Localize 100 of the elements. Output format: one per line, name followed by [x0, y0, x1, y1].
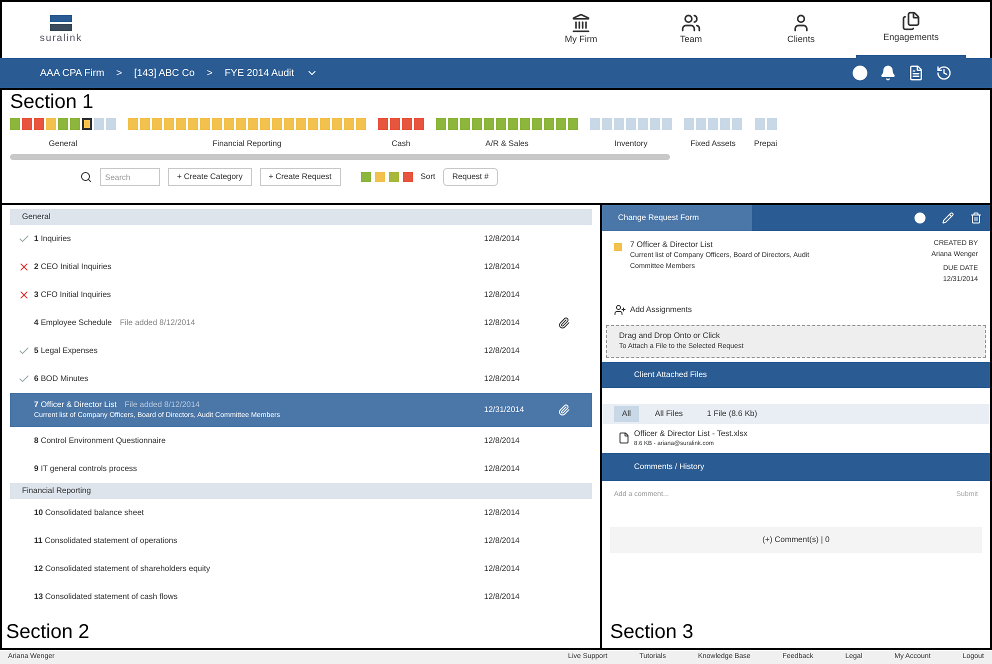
request-row[interactable]: 4 Employee Schedule File added 8/12/2014 12/8/2014 — [10, 309, 592, 337]
toolbar-button[interactable]: + Create Category — [168, 168, 252, 186]
nav-tab[interactable]: My Firm — [526, 1, 636, 59]
progress-cell[interactable] — [544, 118, 554, 130]
progress-cell[interactable] — [472, 118, 482, 130]
request-row[interactable]: 5 Legal Expenses 12/8/2014 — [10, 337, 592, 365]
progress-cell[interactable] — [662, 118, 672, 130]
request-row[interactable]: 1 Inquiries 12/8/2014 — [10, 225, 592, 253]
progress-cell[interactable] — [378, 118, 388, 130]
breadcrumb-link[interactable]: AAA CPA Firm — [40, 66, 104, 80]
progress-cell[interactable] — [94, 118, 104, 130]
filter-swatch[interactable] — [402, 172, 413, 182]
progress-cell[interactable] — [128, 118, 138, 130]
progress-cell[interactable] — [284, 118, 294, 130]
progress-cell[interactable] — [556, 118, 566, 130]
file-tab[interactable]: All — [614, 406, 639, 422]
document-icon[interactable] — [908, 65, 924, 81]
progress-cell[interactable] — [650, 118, 660, 130]
history-icon[interactable] — [936, 65, 952, 81]
progress-cell[interactable] — [754, 118, 765, 130]
progress-cell[interactable] — [34, 118, 44, 130]
progress-cell[interactable] — [590, 118, 600, 130]
file-tab[interactable]: All Files — [646, 406, 691, 422]
progress-cell[interactable] — [188, 118, 198, 130]
progress-cell[interactable] — [602, 118, 612, 130]
filter-swatch[interactable] — [388, 172, 399, 182]
progress-cell[interactable] — [200, 118, 210, 130]
progress-cell[interactable] — [414, 118, 424, 130]
progress-cell[interactable] — [82, 118, 92, 130]
progress-cell[interactable] — [272, 118, 282, 130]
progress-cell[interactable] — [248, 118, 258, 130]
progress-cell[interactable] — [308, 118, 318, 130]
progress-cell[interactable] — [212, 118, 222, 130]
progress-cell[interactable] — [568, 118, 578, 130]
progress-cell[interactable] — [332, 118, 342, 130]
progress-cell[interactable] — [614, 118, 624, 130]
panel-tab[interactable]: Change Request Form — [602, 205, 752, 231]
progress-cell[interactable] — [10, 118, 20, 130]
request-row[interactable]: 2 CEO Initial Inquiries 12/8/2014 — [10, 253, 592, 281]
progress-cell[interactable] — [696, 118, 706, 130]
add-assignments-button[interactable]: Add Assignments — [602, 299, 990, 321]
progress-cell[interactable] — [296, 118, 306, 130]
file-name[interactable]: Officer & Director List - Test.xlsx — [634, 428, 748, 440]
progress-cell[interactable] — [520, 118, 530, 130]
progress-cell[interactable] — [402, 118, 412, 130]
breadcrumb-link[interactable]: FYE 2014 Audit — [224, 66, 294, 80]
request-row[interactable]: 9 IT general controls process 12/8/2014 — [10, 455, 592, 483]
request-row[interactable]: 8 Control Environment Questionnaire 12/8/2014 — [10, 427, 592, 455]
progress-cell[interactable] — [58, 118, 68, 130]
edit-icon[interactable] — [942, 212, 954, 224]
progress-cell[interactable] — [766, 118, 777, 130]
progress-cell[interactable] — [732, 118, 742, 130]
progress-cell[interactable] — [106, 118, 116, 130]
request-row[interactable]: 11 Consolidated statement of operations 12/8/2014 — [10, 527, 592, 555]
request-row[interactable]: 12 Consolidated statement of shareholders equity 12/8/2014 — [10, 555, 592, 583]
progress-cell[interactable] — [448, 118, 458, 130]
search-field[interactable]: Search — [100, 168, 160, 186]
progress-cell[interactable] — [320, 118, 330, 130]
bell-icon[interactable] — [880, 65, 896, 81]
progress-cell[interactable] — [532, 118, 542, 130]
sort-dropdown[interactable]: Request # — [443, 168, 498, 186]
progress-cell[interactable] — [176, 118, 186, 130]
progress-cell[interactable] — [626, 118, 636, 130]
progress-cell[interactable] — [508, 118, 518, 130]
request-row[interactable]: 6 BOD Minutes 12/8/2014 — [10, 365, 592, 393]
progress-cell[interactable] — [260, 118, 270, 130]
delete-icon[interactable] — [970, 212, 982, 224]
filter-swatch[interactable] — [374, 172, 385, 182]
progress-cell[interactable] — [70, 118, 80, 130]
progress-cell[interactable] — [344, 118, 354, 130]
request-row[interactable]: 13 Consolidated statement of cash flows 12/8/2014 — [10, 583, 592, 611]
file-tab[interactable]: 1 File (8.6 Kb) — [698, 406, 766, 422]
progress-cell[interactable] — [684, 118, 694, 130]
progress-cell[interactable] — [46, 118, 56, 130]
progress-cell[interactable] — [436, 118, 446, 130]
progress-cell[interactable] — [164, 118, 174, 130]
progress-cell[interactable] — [460, 118, 470, 130]
request-row[interactable]: 10 Consolidated balance sheet 12/8/2014 — [10, 499, 592, 527]
progress-cell[interactable] — [152, 118, 162, 130]
progress-cell[interactable] — [708, 118, 718, 130]
progress-cell[interactable] — [484, 118, 494, 130]
progress-cell[interactable] — [390, 118, 400, 130]
progress-cell[interactable] — [720, 118, 730, 130]
progress-cell[interactable] — [638, 118, 648, 130]
toolbar-button[interactable]: + Create Request — [260, 168, 341, 186]
progress-cell[interactable] — [22, 118, 32, 130]
progress-cell[interactable] — [236, 118, 246, 130]
progress-cell[interactable] — [356, 118, 366, 130]
request-row[interactable]: 3 CFO Initial Inquiries 12/8/2014 — [10, 281, 592, 309]
breadcrumb-link[interactable]: [143] ABC Co — [134, 66, 195, 80]
attachment-icon[interactable] — [558, 317, 570, 329]
nav-tab[interactable]: Clients — [746, 1, 856, 59]
scrollbar[interactable] — [10, 154, 670, 160]
filter-swatch[interactable] — [360, 172, 371, 182]
progress-cell[interactable] — [224, 118, 234, 130]
nav-tab[interactable]: Team — [636, 1, 746, 59]
progress-cell[interactable] — [496, 118, 506, 130]
category-header[interactable]: Financial Reporting — [10, 483, 592, 499]
progress-cell[interactable] — [140, 118, 150, 130]
category-header[interactable]: General — [10, 209, 592, 225]
